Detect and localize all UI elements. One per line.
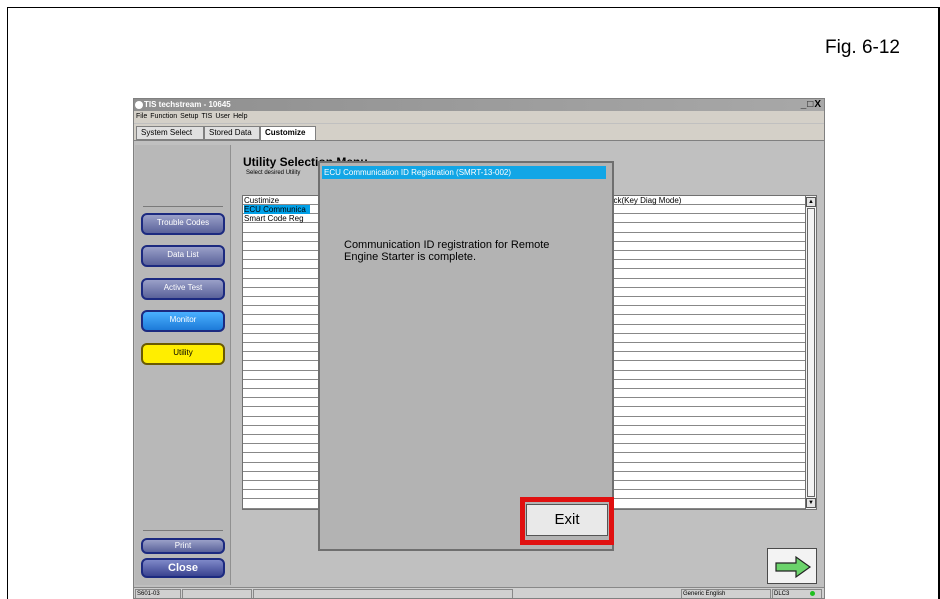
list-scrollbar[interactable]: ▲ ▼ — [805, 196, 816, 509]
tab-system-select[interactable]: System Select — [136, 126, 204, 140]
utility-button[interactable]: Utility — [141, 343, 225, 365]
figure-frame-top — [7, 7, 940, 8]
status-language: Generic English — [681, 589, 771, 598]
figure-label: Fig. 6-12 — [825, 37, 900, 58]
status-field-3 — [253, 589, 513, 598]
scroll-up-icon[interactable]: ▲ — [806, 197, 816, 207]
menu-file[interactable]: File — [136, 113, 147, 120]
print-button[interactable]: Print — [141, 538, 225, 554]
status-code: S601-03 — [135, 589, 181, 598]
status-bar: S601-03 Generic English DLC3 — [134, 587, 824, 598]
list-item-name: Custimize — [244, 196, 280, 205]
tab-strip: System Select Stored Data Customize — [134, 124, 824, 141]
active-test-button[interactable]: Active Test — [141, 278, 225, 300]
exit-button[interactable]: Exit — [526, 504, 608, 536]
menu-user[interactable]: User — [215, 113, 230, 120]
window-controls[interactable]: _□X — [801, 99, 822, 111]
dialog-title: ECU Communication ID Registration (SMRT-… — [322, 166, 606, 179]
figure-frame-left — [7, 7, 8, 599]
list-item-name: Smart Code Reg — [244, 214, 304, 224]
list-item-name-right: eck(Key Diag Mode) — [609, 196, 682, 205]
menu-help[interactable]: Help — [233, 113, 247, 120]
menu-bar: File Function Setup TIS User Help — [134, 111, 824, 123]
dialog-message: Communication ID registration for Remote… — [344, 239, 550, 263]
data-list-button[interactable]: Data List — [141, 245, 225, 267]
status-field-2 — [182, 589, 252, 598]
tab-stored-data[interactable]: Stored Data — [204, 126, 260, 140]
close-button[interactable]: Close — [141, 558, 225, 578]
menu-setup[interactable]: Setup — [180, 113, 198, 120]
menu-tis[interactable]: TIS — [201, 113, 212, 120]
scroll-down-icon[interactable]: ▼ — [806, 498, 816, 508]
next-button[interactable] — [767, 548, 817, 584]
sidebar-divider — [143, 206, 223, 207]
monitor-button[interactable]: Monitor — [141, 310, 225, 332]
list-item-name: ECU Communica — [244, 205, 310, 215]
title-bar: TIS techstream - 10645 _□X — [134, 99, 824, 111]
scroll-thumb[interactable] — [807, 208, 815, 497]
app-icon — [135, 101, 143, 109]
trouble-codes-button[interactable]: Trouble Codes — [141, 213, 225, 235]
techstream-window: TIS techstream - 10645 _□X File Function S… — [133, 98, 825, 599]
function-sidebar: Trouble Codes Data List Active Test Moni… — [135, 145, 231, 585]
tab-customize[interactable]: Customize — [260, 126, 316, 140]
connection-led-icon — [810, 591, 815, 596]
window-title: TIS techstream - 10645 — [144, 100, 231, 109]
sidebar-divider — [143, 530, 223, 531]
menu-function[interactable]: Function — [150, 113, 177, 120]
right-arrow-icon — [775, 555, 812, 579]
utility-menu-subtitle: Select desired Utility — [246, 170, 301, 176]
ecu-registration-dialog: ECU Communication ID Registration (SMRT-… — [318, 161, 614, 551]
